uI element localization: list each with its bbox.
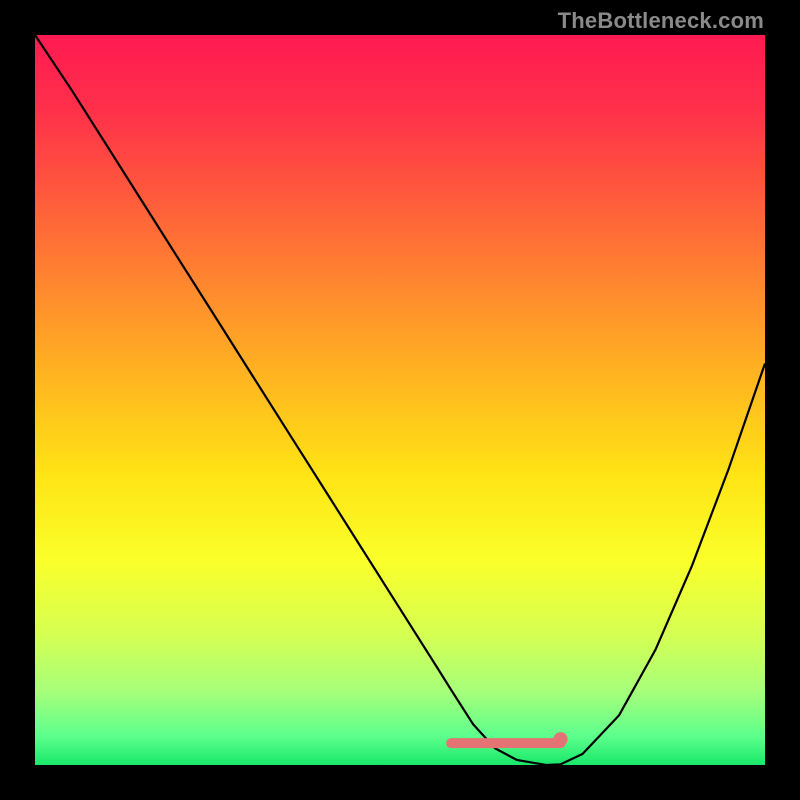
chart-frame: TheBottleneck.com xyxy=(0,0,800,800)
flat-zone-dot xyxy=(554,732,568,746)
plot-area xyxy=(35,35,765,765)
bottleneck-curve xyxy=(35,35,765,765)
watermark-text: TheBottleneck.com xyxy=(558,8,764,34)
curve-line xyxy=(35,35,765,765)
